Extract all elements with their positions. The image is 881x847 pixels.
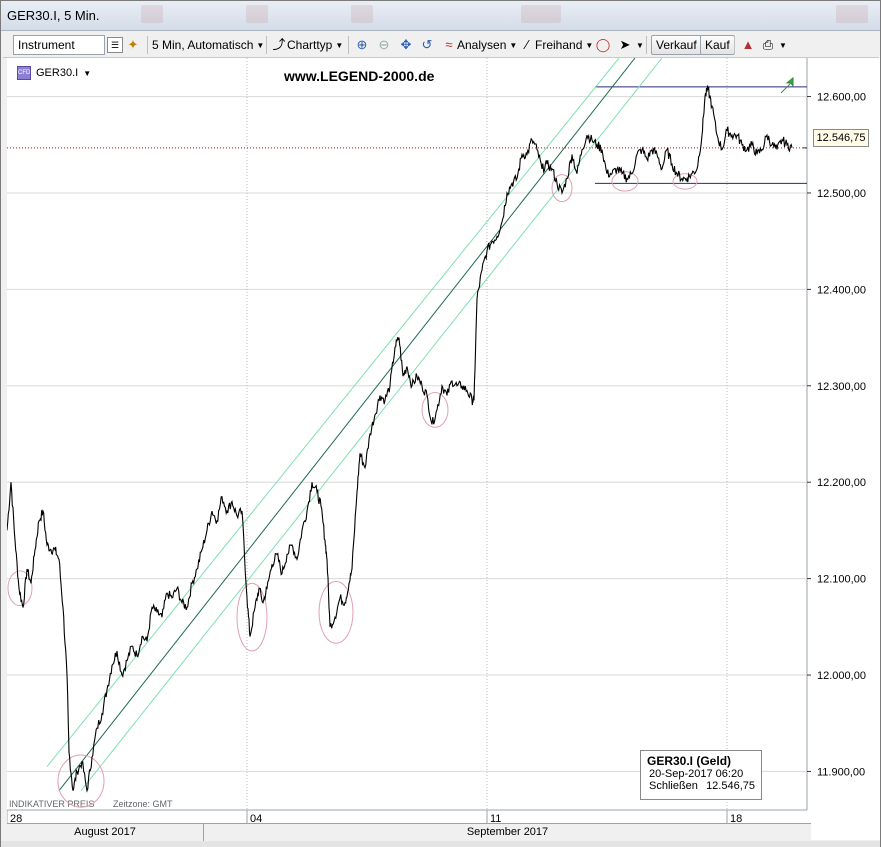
- info-close-label: Schließen: [649, 780, 698, 792]
- trend-arrow-icon: [780, 76, 794, 94]
- move-icon[interactable]: ✥: [398, 35, 414, 55]
- cursor-icon: ➤: [619, 37, 631, 52]
- chart-area[interactable]: 11.900,00 12.000,00 12.100,00 12.200,00 12.3…: [7, 58, 880, 840]
- analysis-icon: ≈: [445, 37, 453, 52]
- cfd-icon: CFD: [17, 66, 31, 80]
- y-tick-label: 11.900,00: [817, 766, 865, 778]
- chevron-down-icon: ▼: [256, 40, 265, 50]
- toolbar: ☰ ✦ 5 Min, Automatisch▼ ⤴Charttyp▼ ⊕ ⊖ ✥…: [3, 32, 879, 58]
- charttype-label: Charttyp: [287, 38, 333, 52]
- symbol-selector[interactable]: CFD GER30.I ▼: [17, 66, 92, 80]
- background-icon: [836, 5, 868, 23]
- status-bar: [1, 841, 880, 847]
- y-tick-label: 12.300,00: [817, 381, 866, 393]
- zoom-out-icon[interactable]: ⊖: [376, 35, 392, 55]
- chevron-down-icon: ▼: [509, 40, 518, 50]
- interval-label: 5 Min, Automatisch: [152, 38, 254, 52]
- chevron-down-icon: ▼: [636, 40, 644, 50]
- print-dropdown[interactable]: ⎙ ▼: [760, 35, 787, 55]
- chevron-down-icon: ▼: [83, 68, 92, 78]
- background-icon: [351, 5, 373, 23]
- window-title: GER30.I, 5 Min.: [7, 8, 100, 23]
- interval-dropdown[interactable]: 5 Min, Automatisch ▼: [152, 35, 264, 55]
- current-price-tag: 12.546,75: [813, 129, 869, 147]
- price-chart[interactable]: 11.900,00 12.000,00 12.100,00 12.200,00 12.3…: [7, 58, 880, 840]
- y-tick-label: 12.600,00: [817, 92, 866, 104]
- instrument-list-icon[interactable]: ☰: [107, 35, 123, 55]
- timezone-label: Zeitzone: GMT: [113, 799, 173, 809]
- chevron-down-icon: ▼: [779, 40, 787, 50]
- month-label-august: August 2017: [74, 826, 136, 838]
- background-icon: [246, 5, 268, 23]
- y-tick-label: 12.500,00: [817, 188, 866, 200]
- chevron-down-icon: ▼: [585, 40, 594, 50]
- freehand-label: Freihand: [535, 38, 583, 52]
- analysis-label: Analysen: [457, 38, 507, 52]
- background-icon: [521, 5, 561, 23]
- cursor-dropdown[interactable]: ➤ ▼: [617, 35, 644, 55]
- zoom-in-icon[interactable]: ⊕: [354, 35, 370, 55]
- info-close-value: 12.546,75: [706, 780, 755, 792]
- title-bar: GER30.I, 5 Min.: [1, 1, 880, 31]
- freehand-line-icon: ∕: [525, 37, 529, 52]
- y-axis-panel: [807, 58, 880, 840]
- price-info-box: GER30.I (Geld) 20-Sep-2017 06:20 Schließ…: [640, 750, 762, 800]
- website-watermark: www.LEGEND-2000.de: [284, 68, 435, 84]
- instrument-input[interactable]: [13, 35, 105, 55]
- sell-button[interactable]: Verkauf: [651, 35, 702, 55]
- highlight-circle: [672, 173, 698, 190]
- y-tick-label: 12.400,00: [817, 284, 866, 296]
- symbol-label: GER30.I: [36, 67, 79, 79]
- highlight-circle: [421, 392, 449, 428]
- channel-upper-line: [46, 58, 620, 767]
- chevron-down-icon: ▼: [335, 40, 344, 50]
- y-tick-label: 12.000,00: [817, 670, 866, 682]
- highlight-circle: [236, 582, 268, 652]
- info-datetime: 20-Sep-2017 06:20: [649, 768, 744, 780]
- month-axis: August 2017 September 2017: [7, 823, 811, 842]
- eraser-icon[interactable]: ◯: [595, 35, 611, 55]
- undo-icon[interactable]: ↺: [419, 35, 435, 55]
- app-window: GER30.I, 5 Min. ☰ ✦ 5 Min, Automatisch▼ …: [0, 0, 881, 847]
- indicator-icon[interactable]: ▲: [740, 35, 756, 55]
- highlight-circle: [551, 174, 573, 203]
- freehand-dropdown[interactable]: ∕ Freihand ▼: [519, 35, 593, 55]
- info-title: GER30.I (Geld): [647, 754, 732, 768]
- add-instrument-icon[interactable]: ✦: [125, 35, 141, 55]
- y-tick-label: 12.200,00: [817, 477, 866, 489]
- month-label-september: September 2017: [466, 826, 549, 838]
- analysis-dropdown[interactable]: ≈ Analysen ▼: [441, 35, 517, 55]
- background-icon: [141, 5, 163, 23]
- buy-button[interactable]: Kauf: [700, 35, 735, 55]
- charttype-dropdown[interactable]: ⤴ Charttyp ▼: [271, 35, 343, 55]
- price-series-line: [7, 85, 793, 793]
- y-tick-label: 12.100,00: [817, 574, 866, 586]
- printer-icon: ⎙: [762, 37, 774, 52]
- line-chart-icon: ⤴: [272, 37, 286, 52]
